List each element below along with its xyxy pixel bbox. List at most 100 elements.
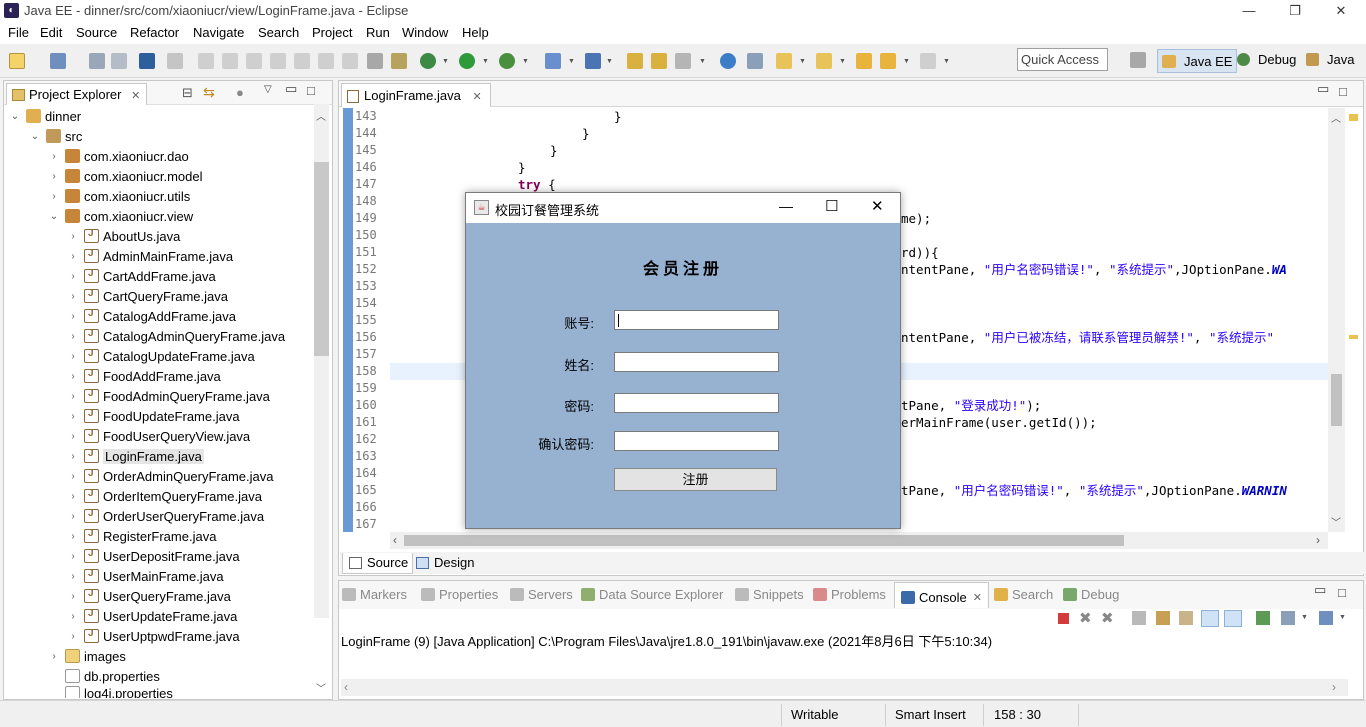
save-icon[interactable] [89,53,105,69]
back-icon[interactable] [880,53,896,69]
chevron-down-icon[interactable]: ⌄ [30,131,40,142]
maximize-view-icon[interactable]: □ [1338,585,1346,600]
chevron-right-icon[interactable]: › [68,271,78,282]
register-button[interactable]: 注册 [614,468,777,491]
resume-icon[interactable] [198,53,214,69]
tab-debug[interactable]: Debug [1063,587,1119,602]
tab-project-explorer[interactable]: Project Explorer ✕ [6,83,148,105]
editor-vertical-scroll-thumb[interactable] [1331,374,1342,426]
suspend-icon[interactable] [222,53,238,69]
code-line[interactable]: ntentPane, "用户已被冻结，请联系管理员解禁!", "系统提示" [901,329,1328,346]
tree-file[interactable]: › UserUptpwdFrame.java [68,626,239,646]
warning-marker[interactable] [1349,114,1358,121]
tab-problems[interactable]: Problems [813,587,886,602]
tree-project[interactable]: ⌄ dinner [10,106,81,126]
new-class-icon[interactable] [585,53,601,69]
menu-edit[interactable]: Edit [40,25,62,40]
editor-horizontal-scroll-thumb[interactable] [404,535,1124,546]
display-console-icon[interactable] [1281,611,1295,625]
close-tab-icon[interactable]: ✕ [131,90,140,102]
chevron-right-icon[interactable]: › [68,591,78,602]
chevron-right-icon[interactable]: › [68,291,78,302]
tree-file[interactable]: › UserUpdateFrame.java [68,606,237,626]
tree-package[interactable]: ⌄ com.xiaoniucr.view [49,206,193,226]
tab-servers[interactable]: Servers [510,587,573,602]
editor-vertical-scrollbar[interactable] [1328,108,1345,532]
run-icon[interactable] [459,53,475,69]
scroll-down-icon[interactable]: ﹀ [1331,514,1341,529]
tree-file[interactable]: › FoodAdminQueryFrame.java [68,386,270,406]
search-dropdown-icon[interactable]: ▼ [699,58,706,65]
chevron-right-icon[interactable]: › [68,471,78,482]
chevron-right-icon[interactable]: › [68,391,78,402]
tree-file[interactable]: › UserMainFrame.java [68,566,223,586]
new-server-dropdown-icon[interactable]: ▼ [568,58,575,65]
new-class-dropdown-icon[interactable]: ▼ [606,58,613,65]
scroll-left-icon[interactable]: ‹ [344,680,348,694]
chevron-right-icon[interactable]: › [49,191,59,202]
tab-search[interactable]: Search [994,587,1053,602]
run-server-icon[interactable] [499,53,515,69]
name-input[interactable] [614,352,779,372]
tree-file[interactable]: › CatalogUpdateFrame.java [68,346,254,366]
last-edit-icon[interactable] [856,53,872,69]
chevron-right-icon[interactable]: › [68,311,78,322]
tree-file[interactable]: › OrderUserQueryFrame.java [68,506,264,526]
chevron-right-icon[interactable]: › [68,431,78,442]
scroll-up-icon[interactable]: ︿ [1331,110,1341,125]
run-dropdown-icon[interactable]: ▼ [482,58,489,65]
explorer-scroll-thumb[interactable] [314,162,329,356]
tree-file[interactable]: log4j.properties [49,686,173,698]
perspective-debug[interactable]: Debug [1237,52,1296,67]
minimize-view-icon[interactable]: ▭ [1317,81,1329,97]
maximize-view-icon[interactable]: □ [1339,84,1347,99]
pin-console-icon[interactable] [1256,611,1270,625]
tree-folder[interactable]: › images [49,646,126,666]
search-icon[interactable] [675,53,691,69]
code-line[interactable]: } [582,125,590,142]
tab-properties[interactable]: Properties [421,587,498,602]
menu-file[interactable]: File [8,25,29,40]
tree-file[interactable]: › AdminMainFrame.java [68,246,233,266]
open-perspective-icon[interactable] [1130,52,1146,68]
step-return-icon[interactable] [342,53,358,69]
tab-loginframe[interactable]: LoginFrame.java ✕ [341,83,491,107]
chevron-right-icon[interactable]: › [68,451,78,462]
chevron-right-icon[interactable]: › [68,551,78,562]
tree-file[interactable]: › CartQueryFrame.java [68,286,228,306]
close-tab-icon[interactable]: ✕ [472,91,481,103]
chevron-down-icon[interactable]: ⌄ [49,211,59,222]
chevron-right-icon[interactable]: › [68,631,78,642]
drop-frame-icon[interactable] [367,53,383,69]
open-console-icon[interactable] [1319,611,1333,625]
filter-icon[interactable]: ● [236,85,244,100]
perspective-java[interactable]: Java [1306,52,1354,67]
skip-breakpoints-icon[interactable] [167,53,183,69]
code-line[interactable]: tPane, "登录成功!"); [901,397,1041,414]
tree-file[interactable]: › UserQueryFrame.java [68,586,231,606]
chevron-right-icon[interactable]: › [68,611,78,622]
code-line[interactable]: } [614,108,622,125]
prev-annotation-icon[interactable] [816,53,832,69]
tree-package[interactable]: › com.xiaoniucr.utils [49,186,190,206]
scroll-right-icon[interactable]: › [1316,533,1320,547]
chevron-right-icon[interactable]: › [68,571,78,582]
display-console-dropdown-icon[interactable]: ▼ [1301,614,1308,621]
link-editor-icon[interactable]: ⇆ [203,84,215,101]
code-line[interactable]: } [518,159,526,176]
tab-design[interactable]: Design [410,553,478,574]
chevron-right-icon[interactable]: › [68,511,78,522]
scroll-lock-icon[interactable] [1156,611,1170,625]
maximize-view-icon[interactable]: □ [307,83,315,98]
tree-file[interactable]: › CatalogAddFrame.java [68,306,236,326]
code-line[interactable]: rd)){ [901,244,939,261]
disconnect-icon[interactable] [270,53,286,69]
tree-file[interactable]: › OrderItemQueryFrame.java [68,486,262,506]
chevron-right-icon[interactable]: › [49,151,59,162]
tab-markers[interactable]: Markers [342,587,407,602]
scroll-down-icon[interactable]: ﹀ [316,680,326,695]
password-input[interactable] [614,393,779,413]
chevron-right-icon[interactable]: › [68,491,78,502]
menu-navigate[interactable]: Navigate [193,25,244,40]
scroll-left-icon[interactable]: ‹ [393,533,397,547]
